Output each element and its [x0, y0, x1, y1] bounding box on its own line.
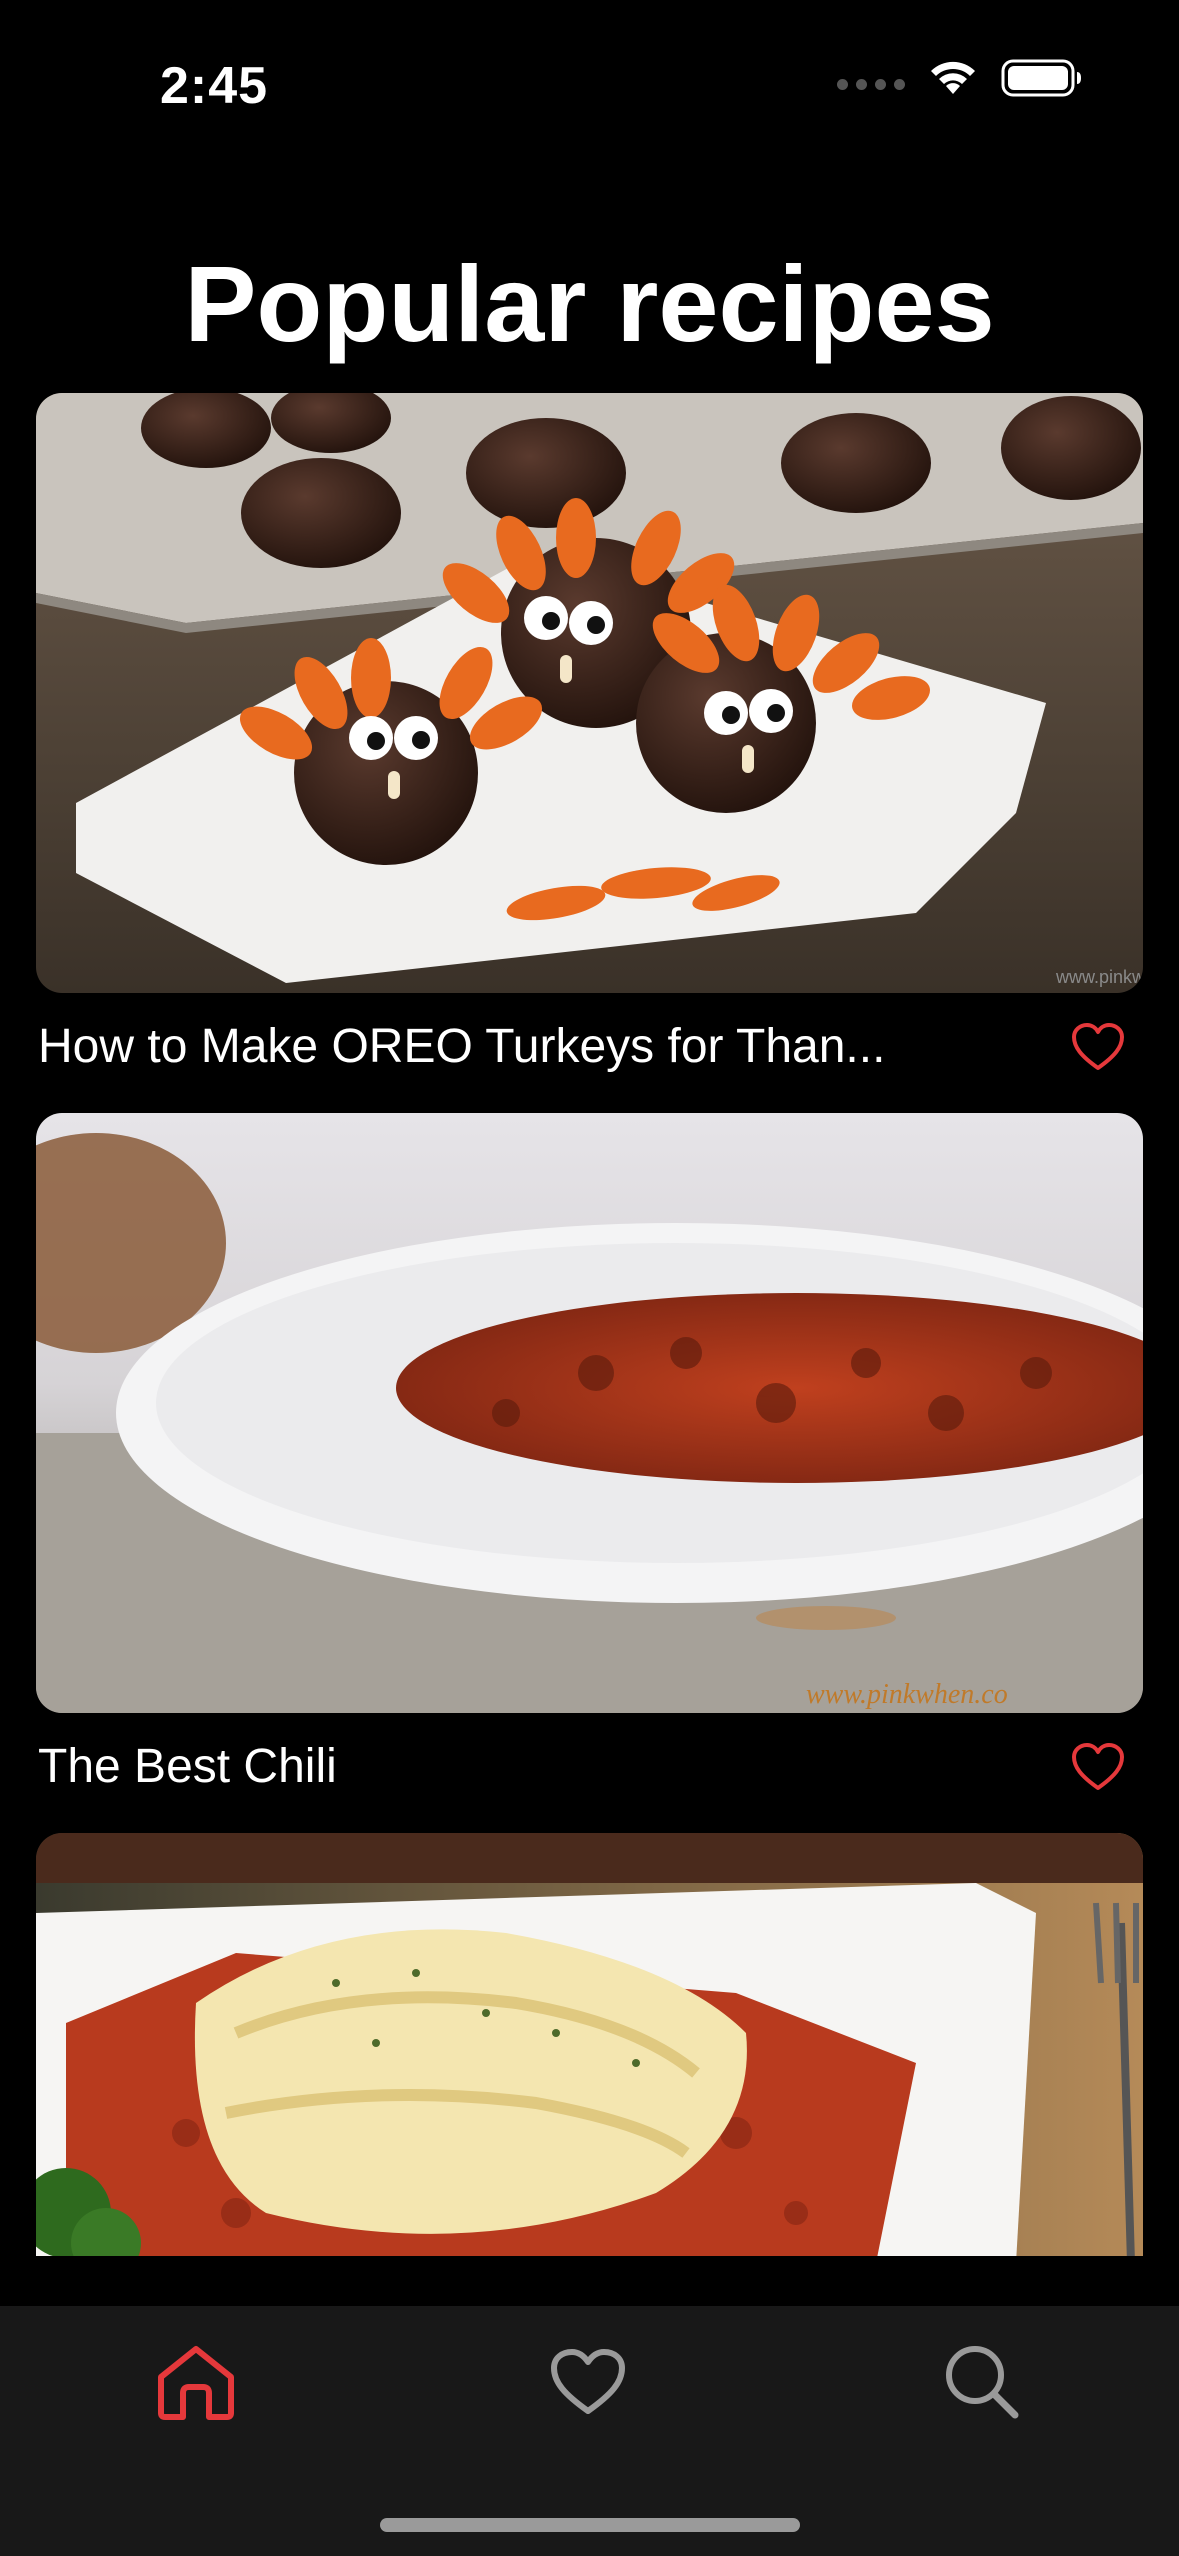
- recipe-card[interactable]: [36, 1833, 1143, 2256]
- svg-text:www.pinkwhen.co: www.pinkwhen.co: [806, 1679, 1008, 1710]
- favorite-button[interactable]: [1069, 1019, 1127, 1075]
- favorite-button[interactable]: [1069, 1739, 1127, 1795]
- recipe-card[interactable]: www.pinkwhen.co The Best Chili: [36, 1113, 1143, 1833]
- tab-bar: [0, 2306, 1179, 2556]
- wifi-icon: [931, 61, 975, 94]
- tab-home[interactable]: [146, 2332, 246, 2432]
- status-icons: [837, 58, 1083, 98]
- search-icon: [946, 2346, 1019, 2419]
- tab-search[interactable]: [932, 2332, 1032, 2432]
- home-icon: [158, 2346, 234, 2420]
- status-bar: 2:45: [0, 0, 1179, 180]
- tab-favorites[interactable]: [538, 2332, 638, 2432]
- signal-dots-icon: [837, 78, 905, 90]
- heart-outline-icon: [1072, 1023, 1124, 1070]
- status-time: 2:45: [160, 57, 269, 115]
- recipe-image-chili[interactable]: www.pinkwhen.co: [36, 1113, 1143, 1713]
- recipe-list[interactable]: www.pinkwhen How to Make OREO Turkeys fo…: [36, 393, 1143, 2256]
- heart-icon: [551, 2349, 625, 2414]
- recipe-image-oreo-turkeys[interactable]: www.pinkwhen: [36, 393, 1143, 993]
- recipe-title[interactable]: The Best Chili: [38, 1727, 988, 1807]
- recipe-title[interactable]: How to Make OREO Turkeys for Than...: [38, 1007, 988, 1087]
- recipe-card[interactable]: www.pinkwhen How to Make OREO Turkeys fo…: [36, 393, 1143, 1113]
- home-indicator[interactable]: [380, 2518, 800, 2532]
- heart-outline-icon: [1072, 1743, 1124, 1790]
- battery-icon: [1001, 59, 1081, 97]
- recipe-image-lasagna[interactable]: [36, 1833, 1143, 2256]
- page-title: Popular recipes: [184, 243, 995, 364]
- svg-text:www.pinkwhen: www.pinkwhen: [1055, 967, 1143, 987]
